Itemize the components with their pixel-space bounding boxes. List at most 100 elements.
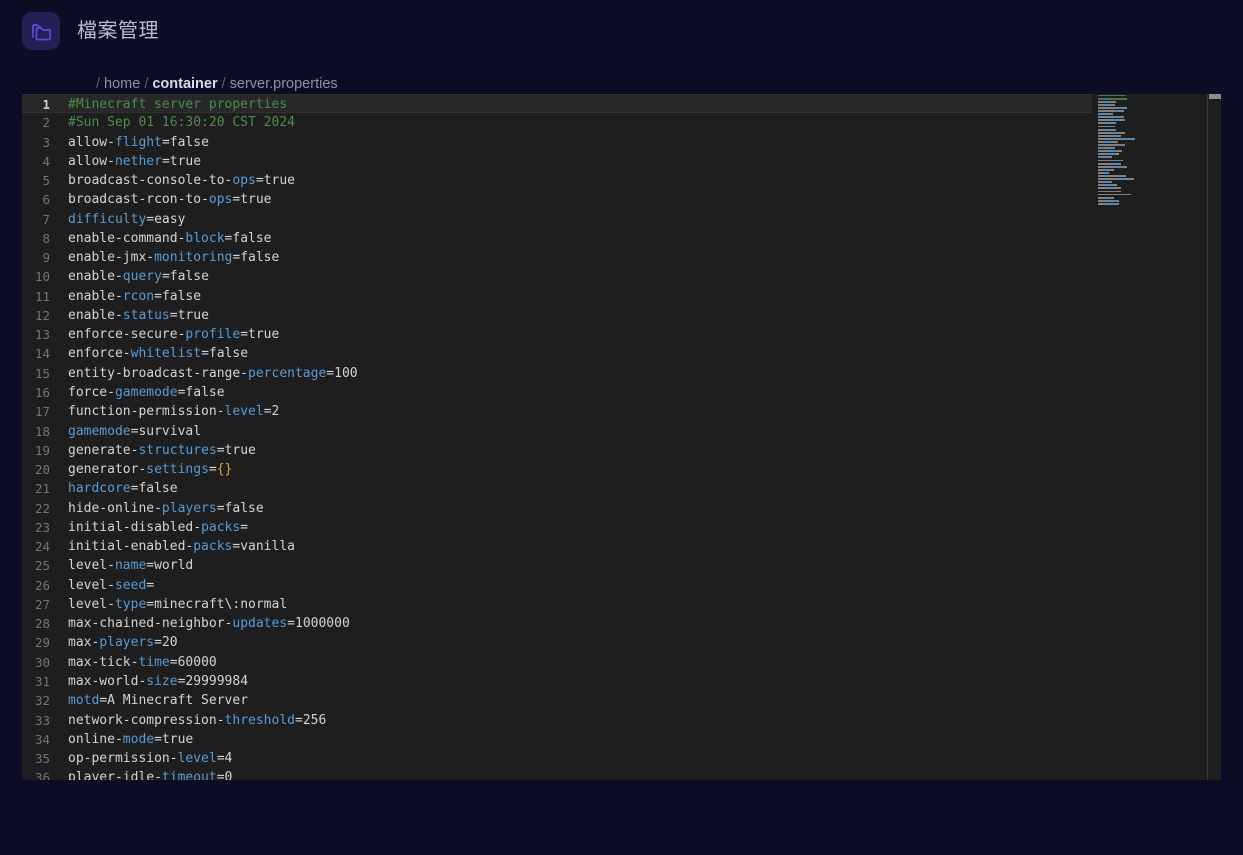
code-token: query xyxy=(122,269,162,285)
code-token: 4 xyxy=(224,751,233,767)
line-content: player-idle-timeout=0 xyxy=(68,768,232,780)
line-number: 32 xyxy=(34,693,50,709)
code-line[interactable]: 23 initial-disabled-packs= xyxy=(22,518,1092,537)
code-token: timeout xyxy=(161,770,217,780)
line-content: level-type=minecraft\:normal xyxy=(68,595,287,614)
line-number: 27 xyxy=(34,596,50,612)
breadcrumb-item[interactable]: home xyxy=(104,76,140,92)
line-number: 14 xyxy=(34,346,50,362)
code-line[interactable]: 35 op-permission-level=4 xyxy=(22,749,1092,768)
code-token: max-world- xyxy=(68,673,147,689)
code-token: false xyxy=(240,250,280,266)
code-token: false xyxy=(169,269,209,285)
code-line[interactable]: 19 generate-structures=true xyxy=(22,441,1092,460)
folder-icon-glyph xyxy=(31,23,51,40)
line-number: 10 xyxy=(34,269,50,285)
code-token: = xyxy=(295,712,303,728)
editor-minimap[interactable] xyxy=(1092,94,1195,780)
code-line[interactable]: 22 hide-online-players=false xyxy=(22,499,1092,518)
code-token: true xyxy=(240,192,272,208)
breadcrumb-item[interactable]: container xyxy=(152,76,217,92)
page-title: 檔案管理 xyxy=(77,20,159,42)
code-line[interactable]: 30 max-tick-time=60000 xyxy=(22,653,1092,672)
code-line[interactable]: 12 enable-status=true xyxy=(22,306,1092,325)
breadcrumb-separator: / xyxy=(144,76,149,92)
line-content: function-permission-level=2 xyxy=(68,402,279,421)
line-number: 33 xyxy=(34,712,50,728)
code-token: = xyxy=(216,751,225,767)
code-editor[interactable]: 1 #Minecraft server properties 2 #Sun Sep 0… xyxy=(22,94,1221,780)
code-line[interactable]: 16 force-gamemode=false xyxy=(22,383,1092,402)
code-line[interactable]: 10 enable-query=false xyxy=(22,267,1092,286)
code-token: player-idle- xyxy=(68,770,162,780)
line-number: 34 xyxy=(34,731,50,747)
code-token: packs xyxy=(201,519,241,535)
code-line[interactable]: 14 enforce-whitelist=false xyxy=(22,344,1092,363)
code-token: force- xyxy=(68,384,115,400)
code-line[interactable]: 21 hardcore=false xyxy=(22,479,1092,498)
breadcrumb: / home / container / server.properties xyxy=(92,74,338,94)
code-token: generate- xyxy=(68,442,139,458)
code-token: enable- xyxy=(68,269,123,285)
code-token: = xyxy=(263,404,272,420)
line-content: enforce-whitelist=false xyxy=(68,344,248,363)
line-number: 19 xyxy=(34,442,50,458)
editor-scrollbar-thumb[interactable] xyxy=(1209,94,1221,99)
code-token: 2 xyxy=(271,404,280,420)
code-line[interactable]: 36 player-idle-timeout=0 xyxy=(22,768,1092,780)
code-token: broadcast-rcon-to- xyxy=(68,192,209,208)
code-token: hardcore xyxy=(68,481,131,497)
code-token: vanilla xyxy=(240,539,295,555)
code-line[interactable]: 3 allow-flight=false xyxy=(22,133,1092,152)
code-line[interactable]: 4 allow-nether=true xyxy=(22,152,1092,171)
code-line[interactable]: 31 max-world-size=29999984 xyxy=(22,672,1092,691)
line-number: 8 xyxy=(42,230,50,246)
code-line[interactable]: 7 difficulty=easy xyxy=(22,210,1092,229)
code-line[interactable]: 9 enable-jmx-monitoring=false xyxy=(22,248,1092,267)
code-line[interactable]: 34 online-mode=true xyxy=(22,730,1092,749)
code-line[interactable]: 6 broadcast-rcon-to-ops=true xyxy=(22,190,1092,209)
line-content: op-permission-level=4 xyxy=(68,749,232,768)
code-line[interactable]: 27 level-type=minecraft\:normal xyxy=(22,595,1092,614)
code-token: threshold xyxy=(224,712,295,728)
code-line[interactable]: 17 function-permission-level=2 xyxy=(22,402,1092,421)
code-line[interactable]: 13 enforce-secure-profile=true xyxy=(22,325,1092,344)
code-line[interactable]: 25 level-name=world xyxy=(22,556,1092,575)
line-number: 20 xyxy=(34,462,50,478)
code-line[interactable]: 5 broadcast-console-to-ops=true xyxy=(22,171,1092,190)
line-content: enable-query=false xyxy=(68,267,209,286)
code-line[interactable]: 15 entity-broadcast-range-percentage=100 xyxy=(22,364,1092,383)
code-token: max-tick- xyxy=(68,654,139,670)
code-token: minecraft\:normal xyxy=(154,596,288,612)
editor-vertical-scrollbar[interactable] xyxy=(1207,94,1221,780)
code-line[interactable]: 8 enable-command-block=false xyxy=(22,229,1092,248)
code-token: true xyxy=(248,327,280,343)
code-line[interactable]: 29 max-players=20 xyxy=(22,633,1092,652)
code-line[interactable]: 32 motd=A Minecraft Server xyxy=(22,691,1092,710)
code-line[interactable]: 24 initial-enabled-packs=vanilla xyxy=(22,537,1092,556)
code-line[interactable]: 2 #Sun Sep 01 16:30:20 CST 2024 xyxy=(22,113,1092,132)
code-line[interactable]: 11 enable-rcon=false xyxy=(22,287,1092,306)
line-content: level-seed= xyxy=(68,576,154,595)
code-token: = xyxy=(161,134,170,150)
line-content: network-compression-threshold=256 xyxy=(68,711,326,730)
line-number: 2 xyxy=(42,115,50,131)
breadcrumb-item[interactable]: server.properties xyxy=(230,76,338,92)
code-token: false xyxy=(185,384,225,400)
code-token: broadcast-console-to- xyxy=(68,173,233,189)
code-lines-container[interactable]: 1 #Minecraft server properties 2 #Sun Sep 0… xyxy=(22,94,1092,780)
code-line[interactable]: 18 gamemode=survival xyxy=(22,422,1092,441)
line-number: 35 xyxy=(34,751,50,767)
code-token: true xyxy=(177,307,209,323)
line-number: 1 xyxy=(42,97,50,112)
code-token: false xyxy=(161,288,202,304)
code-line[interactable]: 28 max-chained-neighbor-updates=1000000 xyxy=(22,614,1092,633)
code-token: = xyxy=(146,596,155,612)
code-token: gamemode xyxy=(114,384,178,400)
code-line[interactable]: 1 #Minecraft server properties xyxy=(22,94,1092,114)
code-token: easy xyxy=(154,211,186,227)
code-line[interactable]: 20 generator-settings={} xyxy=(22,460,1092,479)
code-line[interactable]: 26 level-seed= xyxy=(22,576,1092,595)
code-line[interactable]: 33 network-compression-threshold=256 xyxy=(22,711,1092,730)
code-token: type xyxy=(114,596,147,612)
